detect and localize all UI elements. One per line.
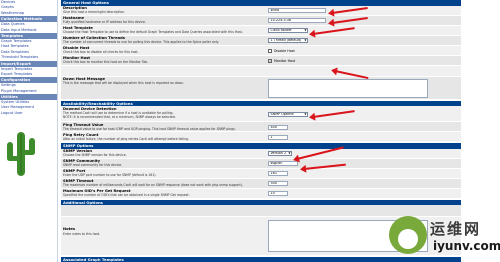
row-monitor-host: Monitor Host Check this box to monitor t… [61, 55, 461, 66]
snmp-version-select[interactable]: Version 2 ▼ [268, 151, 292, 157]
row-max-oids: Maximum OID's Per Get Request Specified … [61, 188, 461, 199]
desc-snmp-port: Enter the UDP port number to use for SNM… [63, 173, 157, 178]
desc-down-message: This is the message that will be display… [63, 81, 184, 86]
desc-max-oids: Specified the number of OID's that can b… [63, 193, 190, 198]
detection-select[interactable]: SNMP Uptime ▼ [268, 111, 308, 117]
row-down-message: Down Host Message This is the message th… [61, 76, 461, 100]
desc-snmp-version: Choose the SNMP version for this device. [63, 153, 127, 158]
snmp-version-value: Version 2 [270, 151, 287, 155]
row-snmp-community: SNMP Community SNMP read community for t… [61, 158, 461, 169]
sidebar-item[interactable]: Logout User [0, 111, 57, 116]
desc-downed-detection-note: NOTE: It is recommended that, at a minim… [63, 115, 176, 119]
cactus-logo [7, 132, 35, 176]
watermark: 运维网 iyunv.com [389, 212, 500, 258]
chevron-down-icon: ▼ [304, 111, 307, 116]
row-description: Description Give this host a meaningful … [61, 5, 461, 16]
label-notes: Notes [63, 227, 76, 231]
ping-timeout-input[interactable]: 400 [268, 124, 288, 130]
snmp-port-input[interactable]: 161 [268, 171, 288, 177]
watermark-logo-inner [398, 229, 418, 249]
row-separator [61, 65, 461, 77]
row-threads: Number of Collection Threads The number … [61, 35, 461, 46]
snmp-timeout-input[interactable]: 500 [268, 181, 288, 187]
host-template-select[interactable]: Cisco Router ▼ [268, 28, 308, 34]
disable-host-checkbox[interactable] [268, 48, 272, 53]
description-input[interactable]: Wind [268, 8, 326, 14]
row-snmp-port: SNMP Port Enter the UDP port number to u… [61, 168, 461, 179]
desc-ping-retry: After an initial failure, the number of … [63, 136, 189, 141]
threads-value: 1 Thread (default) [270, 38, 302, 42]
watermark-logo-icon [389, 216, 427, 254]
row-hostname: Hostname Fully qualified hostname or IP … [61, 15, 461, 26]
desc-notes: Enter notes to this host. [63, 231, 101, 236]
host-template-value: Cisco Router [270, 28, 292, 32]
row-downed-detection: Downed Device Detection The method Cacti… [61, 106, 461, 122]
row-host-template: Host Template Choose the Host Template t… [61, 25, 461, 36]
watermark-cn-text: 运维网 [430, 220, 482, 238]
desc-description: Give this host a meaningful description. [63, 10, 125, 15]
desc-ping-timeout: The timeout value to use for host ICMP a… [63, 126, 236, 131]
down-message-textarea[interactable] [268, 78, 428, 98]
desc-threads: The number of concurrent threads to use … [63, 40, 220, 45]
monitor-host-check-label: Monitor Host [274, 58, 296, 63]
row-ping-retry: Ping Retry Count After an initial failur… [61, 132, 461, 142]
chevron-down-icon: ▼ [304, 38, 307, 42]
desc-disable-host: Check this box to disable all checks for… [63, 50, 139, 55]
row-disable-host: Disable Host Check this box to disable a… [61, 45, 461, 56]
desc-snmp-community: SNMP read community for this device. [63, 163, 123, 168]
desc-host-template: Choose the Host Template to use to defin… [63, 30, 243, 35]
desc-snmp-timeout: The maximum number of milliseconds Cacti… [63, 183, 243, 188]
detection-value: SNMP Uptime [270, 111, 294, 116]
max-oids-input[interactable]: 10 [268, 191, 288, 197]
desc-hostname: Fully qualified hostname or IP address f… [63, 20, 146, 25]
ping-retry-input[interactable]: 1 [268, 134, 288, 140]
row-snmp-version: SNMP Version Choose the SNMP version for… [61, 148, 461, 159]
hostname-input[interactable]: 10.224.5.36 [268, 18, 326, 24]
desc-monitor-host: Check this box to monitor this host on t… [63, 60, 149, 65]
threads-select[interactable]: 1 Thread (default) ▼ [268, 38, 308, 44]
row-snmp-timeout: SNMP Timeout The maximum number of milli… [61, 178, 461, 189]
monitor-host-checkbox[interactable]: ✓ [268, 58, 272, 63]
row-ping-timeout: Ping Timeout Value The timeout value to … [61, 122, 461, 132]
watermark-en-text: iyunv.com [433, 239, 500, 253]
chevron-down-icon: ▼ [304, 28, 307, 32]
disable-host-check-label: Disable Host [274, 48, 295, 53]
chevron-down-icon: ▼ [288, 151, 291, 155]
